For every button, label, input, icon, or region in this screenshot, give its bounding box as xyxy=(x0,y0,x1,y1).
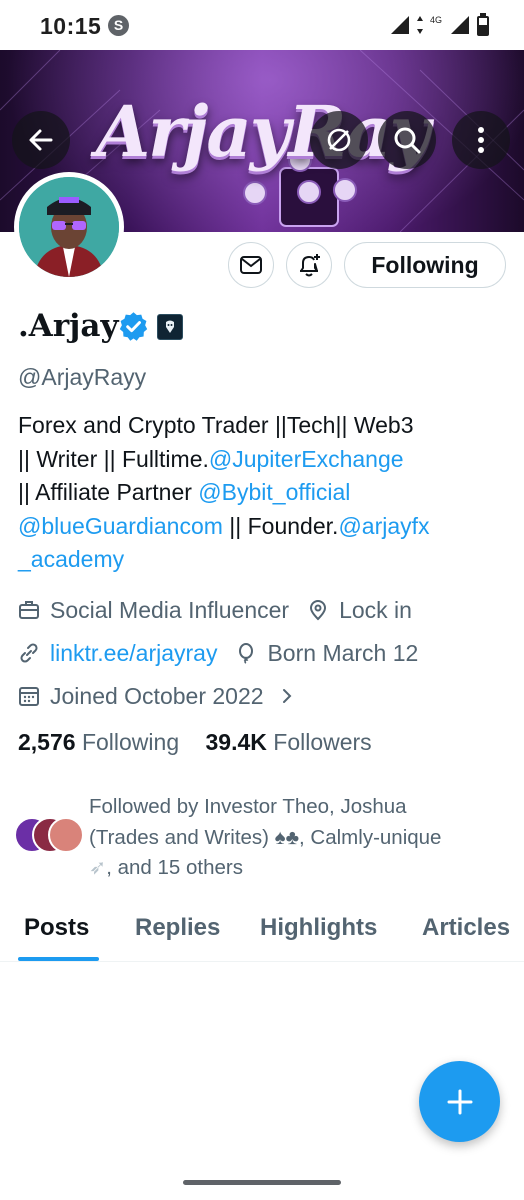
followers-label: Followers xyxy=(273,729,372,755)
category: Social Media Influencer xyxy=(50,596,290,623)
tab-articles[interactable]: Articles xyxy=(422,914,510,942)
followed-by-others: , and 15 others xyxy=(106,856,243,879)
chevron-right-icon xyxy=(282,689,291,703)
follow-counts: 2,576 Following 39.4K Followers xyxy=(18,729,372,756)
followed-by-text[interactable]: Followed by Investor Theo, Joshua (Trade… xyxy=(89,792,509,884)
battery-icon xyxy=(477,13,489,36)
more-vertical-icon xyxy=(478,127,484,153)
translate-toggle-button[interactable] xyxy=(310,111,368,169)
profile-meta-row: Social Media Influencer Lock in xyxy=(18,594,412,626)
bio-line: || Writer || Fulltime.@JupiterExchange xyxy=(18,443,508,477)
link-icon xyxy=(20,643,38,663)
plus-icon xyxy=(447,1089,472,1114)
bio-line: _academy xyxy=(18,543,508,577)
followers-count: 39.4K xyxy=(205,729,267,755)
following-count: 2,576 xyxy=(18,729,76,755)
search-button[interactable] xyxy=(378,111,436,169)
profile-tabs: Posts Replies Highlights Articles xyxy=(0,900,524,962)
mention-link[interactable]: @JupiterExchange xyxy=(209,446,404,472)
back-button[interactable] xyxy=(12,111,70,169)
wing-icon: ➶ xyxy=(89,856,107,879)
display-name: .Arjay xyxy=(18,308,119,344)
balloon-icon xyxy=(239,643,254,664)
active-tab-indicator xyxy=(18,957,99,961)
tab-replies[interactable]: Replies xyxy=(135,914,220,942)
tab-posts[interactable]: Posts xyxy=(24,914,89,942)
avatar-image xyxy=(19,177,119,277)
app-notification-icon: S xyxy=(108,15,129,36)
tab-highlights[interactable]: Highlights xyxy=(260,914,377,942)
search-icon xyxy=(394,127,421,154)
handle: @ArjayRayy xyxy=(18,364,147,390)
status-icons: 4G xyxy=(388,12,490,38)
bio: Forex and Crypto Trader ||Tech|| Web3 ||… xyxy=(18,409,508,577)
back-arrow-icon xyxy=(29,129,53,151)
follower-avatar xyxy=(48,817,84,853)
bio-text: || Affiliate Partner xyxy=(18,479,199,505)
location-pin-icon xyxy=(310,600,327,621)
website-link[interactable]: linktr.ee/arjayray xyxy=(50,640,217,667)
status-time: 10:15 xyxy=(40,13,102,39)
mention-link[interactable]: @Bybit_official xyxy=(198,479,350,505)
notifications-button[interactable] xyxy=(286,242,332,288)
followed-by-line: (Trades and Writes) ♠♣, Calmly-unique xyxy=(89,825,442,849)
message-button[interactable] xyxy=(228,242,274,288)
followed-by-line: ➶, and 15 others xyxy=(89,853,509,884)
birthday: Born March 12 xyxy=(267,639,419,666)
affiliate-badge-icon[interactable] xyxy=(157,314,183,340)
location: Lock in xyxy=(339,596,412,623)
followers-count-link[interactable]: 39.4K Followers xyxy=(206,729,372,755)
mention-link-continued[interactable]: _academy xyxy=(18,546,124,572)
more-options-button[interactable] xyxy=(452,111,510,169)
verified-badge-icon[interactable] xyxy=(118,311,149,342)
following-button[interactable]: Following xyxy=(344,242,506,288)
calendar-icon xyxy=(19,687,39,706)
following-label: Following xyxy=(81,729,180,755)
mention-link[interactable]: @arjayfx xyxy=(338,513,429,539)
wifi-signal-icon xyxy=(390,16,409,34)
home-indicator[interactable] xyxy=(183,1180,341,1185)
profile-meta-row: linktr.ee/arjayray Born March 12 xyxy=(18,637,418,669)
no-translate-icon xyxy=(327,128,351,152)
bio-line: @blueGuardiancom || Founder.@arjayfx xyxy=(18,510,508,544)
mail-icon xyxy=(240,256,262,274)
bio-text: || Founder. xyxy=(222,512,339,539)
joined-row[interactable]: Joined October 2022 xyxy=(18,680,306,712)
affiliate-logo-icon xyxy=(166,320,174,333)
followed-by-line: Followed by Investor Theo, Joshua xyxy=(89,795,407,818)
bio-text: || Writer || Fulltime. xyxy=(18,445,209,472)
bio-line: Forex and Crypto Trader ||Tech|| Web3 xyxy=(18,412,414,438)
cell-signal-icon xyxy=(451,16,469,34)
followed-by-avatars[interactable] xyxy=(14,817,84,855)
avatar[interactable] xyxy=(14,172,124,282)
joined-date: Joined October 2022 xyxy=(50,682,264,709)
banner-title: ArjayRay xyxy=(95,90,430,173)
briefcase-icon xyxy=(19,601,39,619)
data-arrows-icon xyxy=(416,16,423,34)
following-count-link[interactable]: 2,576 Following xyxy=(18,729,179,755)
compose-button[interactable] xyxy=(419,1061,500,1142)
mention-link[interactable]: @blueGuardiancom xyxy=(18,513,223,539)
bell-plus-icon xyxy=(300,254,320,277)
network-type: 4G xyxy=(429,15,442,25)
bio-line: || Affiliate Partner @Bybit_official xyxy=(18,476,508,510)
status-bar: 10:15 S 4G xyxy=(0,0,524,50)
